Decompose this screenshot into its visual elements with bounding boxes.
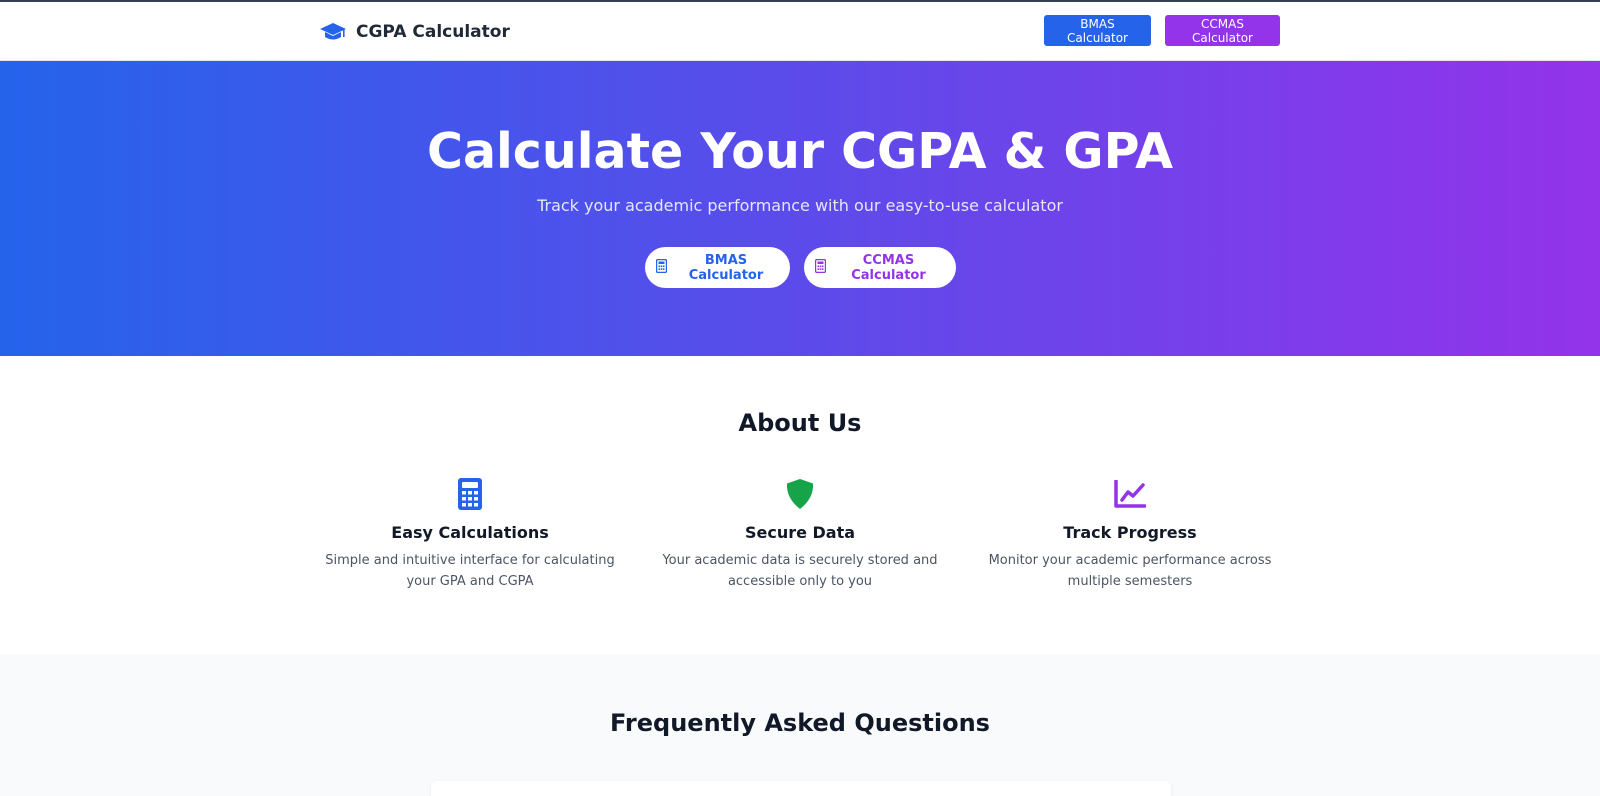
shield-icon bbox=[650, 477, 950, 511]
chart-line-icon bbox=[980, 477, 1280, 511]
graduation-cap-icon bbox=[319, 21, 347, 43]
hero-ccmas-label: CCMAS Calculator bbox=[851, 252, 926, 283]
about-section: About Us Easy Calculations Simple and in… bbox=[0, 356, 1600, 654]
hero-section: Calculate Your CGPA & GPA Track your aca… bbox=[0, 61, 1600, 356]
hero-bmas-button[interactable]: BMAS Calculator bbox=[644, 247, 790, 288]
calculator-icon bbox=[320, 477, 620, 511]
nav-bmas-button[interactable]: BMAS Calculator bbox=[1044, 15, 1151, 46]
hero-buttons: BMAS Calculator CCMAS Calculator bbox=[0, 247, 1600, 288]
calculator-icon bbox=[655, 258, 667, 277]
feature-description: Simple and intuitive interface for calcu… bbox=[325, 553, 615, 589]
feature-easy-calculations: Easy Calculations Simple and intuitive i… bbox=[320, 477, 620, 592]
navbar: CGPA Calculator BMAS Calculator CCMAS Ca… bbox=[0, 2, 1600, 61]
nav-ccmas-button[interactable]: CCMAS Calculator bbox=[1165, 15, 1280, 46]
brand[interactable]: CGPA Calculator bbox=[319, 2, 510, 61]
feature-title: Easy Calculations bbox=[391, 523, 549, 542]
feature-track-progress: Track Progress Monitor your academic per… bbox=[980, 477, 1280, 592]
hero-bmas-label: BMAS Calculator bbox=[688, 252, 764, 283]
faq-section: Frequently Asked Questions bbox=[0, 654, 1600, 796]
hero-subtitle: Track your academic performance with our… bbox=[537, 196, 1063, 215]
calculator-icon bbox=[814, 258, 826, 277]
faq-item[interactable] bbox=[431, 781, 1171, 796]
nav-buttons: BMAS Calculator CCMAS Calculator bbox=[1044, 15, 1280, 46]
feature-secure-data: Secure Data Your academic data is secure… bbox=[650, 477, 950, 592]
feature-description: Monitor your academic performance across… bbox=[988, 553, 1272, 589]
hero-ccmas-button[interactable]: CCMAS Calculator bbox=[803, 247, 956, 288]
faq-title: Frequently Asked Questions bbox=[610, 709, 990, 737]
feature-title: Track Progress bbox=[1063, 523, 1197, 542]
about-title: About Us bbox=[738, 409, 862, 437]
feature-description: Your academic data is securely stored an… bbox=[662, 553, 938, 589]
features-list: Easy Calculations Simple and intuitive i… bbox=[320, 477, 1280, 592]
brand-title: CGPA Calculator bbox=[356, 21, 510, 42]
hero-title: Calculate Your CGPA & GPA bbox=[426, 123, 1173, 180]
feature-title: Secure Data bbox=[744, 523, 856, 542]
